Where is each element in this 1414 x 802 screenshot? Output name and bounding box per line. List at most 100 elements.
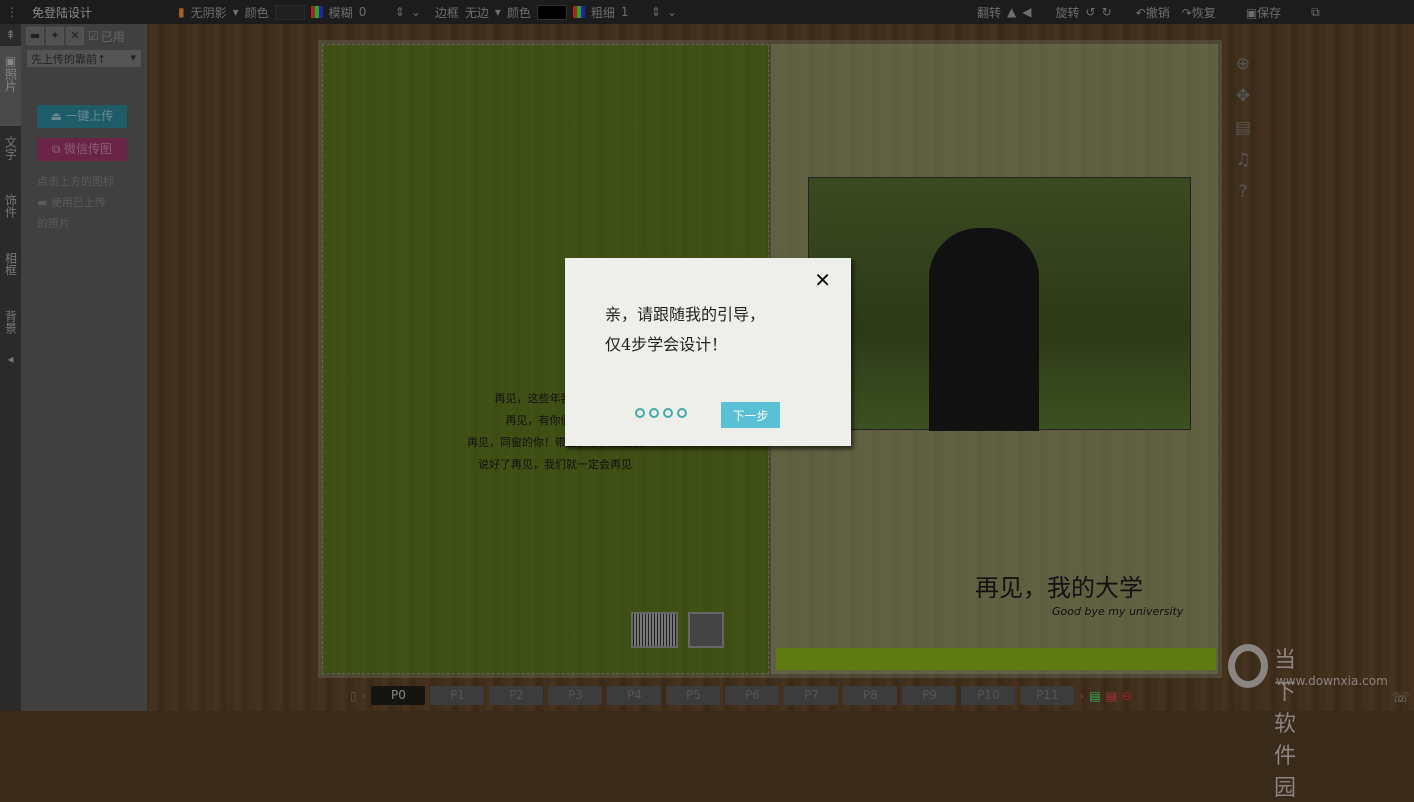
- remove-icon[interactable]: ⊖: [1122, 689, 1132, 703]
- tab-background[interactable]: 背景: [0, 300, 21, 348]
- page-tab[interactable]: P7: [784, 686, 839, 705]
- tab-photos[interactable]: ▣ 照片: [0, 46, 21, 126]
- music-icon[interactable]: ♫: [1232, 150, 1254, 170]
- tab-text[interactable]: 文字: [0, 126, 21, 184]
- phone-icon[interactable]: ☏: [1392, 690, 1410, 706]
- page-tab[interactable]: P9: [902, 686, 957, 705]
- thickness-input[interactable]: 1: [621, 5, 645, 19]
- save-label: 保存: [1257, 5, 1282, 20]
- redo-button[interactable]: ↷恢复: [1182, 4, 1222, 21]
- page-tab[interactable]: P6: [725, 686, 780, 705]
- page-tab[interactable]: P1: [430, 686, 485, 705]
- sort-select[interactable]: 先上传的靠前↑ ▾: [27, 50, 141, 67]
- graduation-photo[interactable]: [808, 177, 1191, 431]
- right-toolbar: ⊕ ✥ ▤ ♫ ?: [1232, 54, 1254, 202]
- next-step-button[interactable]: 下一步: [721, 402, 780, 428]
- book-preview-icon[interactable]: ▤: [1232, 118, 1254, 138]
- shadow-icon: ▮: [178, 5, 185, 19]
- collapse-chevron-icon[interactable]: ⌄: [667, 5, 677, 19]
- delete-icon[interactable]: ✕: [66, 27, 84, 45]
- used-label: 已用: [100, 29, 125, 44]
- page-tab[interactable]: P8: [843, 686, 898, 705]
- top-toolbar: ⋮ 免登陆设计 ▮ 无阴影 ▾ 颜色 模糊 0 ⇕ ⌄ 边框 无边 ▾ 颜色 粗细 …: [0, 0, 1414, 24]
- palette-icon[interactable]: [310, 6, 323, 18]
- watermark-name: 当下软件园: [1274, 648, 1297, 801]
- delete-page-icon[interactable]: ▤: [1106, 689, 1117, 703]
- page-tab[interactable]: P11: [1020, 686, 1075, 705]
- guide-dialog: ✕ 亲，请跟随我的引导， 仅4步学会设计！ 下一步: [565, 258, 851, 446]
- hint-text: 的照片: [37, 217, 70, 230]
- page-tab[interactable]: P2: [489, 686, 544, 705]
- shadow-color-field[interactable]: [274, 4, 305, 20]
- collapse-chevron-icon[interactable]: ⌄: [411, 5, 421, 19]
- flip-horizontal-icon[interactable]: ◀: [1022, 5, 1031, 19]
- collapse-panel-icon[interactable]: ◂: [0, 348, 21, 370]
- undo-label: 撤销: [1145, 5, 1170, 20]
- step-indicator: [635, 408, 687, 418]
- collapse-top-icon[interactable]: ⇞: [0, 24, 21, 46]
- photo-panel: ▬ ✦ ✕ ☑ 已用 先上传的靠前↑ ▾ ⏏ 一键上传 ⧉ 微信传图 点击上方的图…: [21, 24, 147, 711]
- blur-label: 模糊: [328, 5, 353, 20]
- rotate-right-icon[interactable]: ↻: [1102, 5, 1112, 19]
- page-layout-icon[interactable]: ▯: [350, 689, 357, 703]
- left-tab-bar: ⇞ ▣ 照片 文字 饰件 相框 背景 ◂: [0, 24, 21, 711]
- export-icon[interactable]: ⧉: [1311, 5, 1320, 20]
- redo-label: 恢复: [1191, 5, 1216, 20]
- page-tab[interactable]: P3: [548, 686, 603, 705]
- tab-label: 饰件: [3, 194, 18, 218]
- stepper-icon[interactable]: ⇕: [651, 5, 661, 19]
- save-button[interactable]: ▣保存: [1246, 4, 1287, 21]
- qr-code-image[interactable]: [688, 612, 724, 648]
- caption-subtitle[interactable]: Good bye my university: [1052, 605, 1183, 618]
- caption-title[interactable]: 再见，我的大学: [975, 568, 1143, 603]
- color-label: 颜色: [244, 5, 269, 20]
- move-icon[interactable]: ✥: [1232, 86, 1254, 106]
- folder-icon: ▬: [37, 196, 51, 209]
- step-dot: [635, 408, 645, 418]
- add-page-icon[interactable]: ▤: [1089, 689, 1100, 703]
- hint-text-2: 使用已上传: [50, 196, 106, 209]
- step-dot: [663, 408, 673, 418]
- blur-input[interactable]: 0: [359, 5, 389, 19]
- dialog-line: 亲，请跟随我的引导，: [605, 305, 766, 324]
- next-page-icon[interactable]: ›: [1079, 689, 1084, 703]
- barcode-image[interactable]: [631, 612, 678, 648]
- chevron-down-icon: ▾: [232, 5, 239, 19]
- graduate-figure: [929, 228, 1039, 431]
- upload-icon: ⏏: [50, 109, 66, 123]
- palette-icon[interactable]: [572, 6, 585, 18]
- border-label: 边框: [434, 5, 459, 20]
- help-icon[interactable]: ?: [1232, 182, 1254, 202]
- zoom-in-icon[interactable]: ⊕: [1232, 54, 1254, 74]
- page-bar: ▯ ‹ P0 P1 P2 P3 P4 P5 P6 P7 P8 P9 P10 P11 › ▤ ▤ ⊖: [350, 686, 1132, 705]
- wechat-label: 微信传图: [63, 142, 112, 156]
- magic-wand-icon[interactable]: ✦: [46, 27, 64, 45]
- stepper-icon[interactable]: ⇕: [395, 5, 405, 19]
- flip-vertical-icon[interactable]: ▲: [1007, 5, 1016, 19]
- shadow-select[interactable]: 无阴影: [191, 4, 227, 21]
- tab-frames[interactable]: 相框: [0, 242, 21, 300]
- folder-icon[interactable]: ▬: [26, 27, 44, 45]
- page-tab[interactable]: P5: [666, 686, 721, 705]
- image-icon: ⧉: [52, 142, 64, 156]
- border-select[interactable]: 无边: [465, 4, 489, 21]
- page-tab[interactable]: P10: [961, 686, 1016, 705]
- page-tab[interactable]: P0: [371, 686, 426, 705]
- watermark-logo: [1228, 644, 1268, 688]
- footer-bar: [776, 648, 1216, 670]
- undo-button[interactable]: ↶撤销: [1136, 4, 1176, 21]
- rotate-left-icon[interactable]: ↺: [1086, 5, 1096, 19]
- border-color-field[interactable]: [536, 4, 567, 20]
- upload-button[interactable]: ⏏ 一键上传: [37, 105, 127, 128]
- dialog-line: 仅4步学会设计！: [605, 335, 728, 354]
- wechat-upload-button[interactable]: ⧉ 微信传图: [37, 138, 127, 161]
- sort-value: 先上传的靠前↑: [31, 53, 107, 66]
- tab-decorations[interactable]: 饰件: [0, 184, 21, 242]
- page-tab[interactable]: P4: [607, 686, 662, 705]
- prev-page-icon[interactable]: ‹: [362, 689, 367, 703]
- tab-label: 相框: [3, 252, 18, 276]
- menu-handle-icon: ⋮: [6, 5, 18, 19]
- used-checkbox[interactable]: ☑: [88, 29, 99, 43]
- border-color-label: 颜色: [506, 5, 531, 20]
- close-icon[interactable]: ✕: [814, 268, 831, 292]
